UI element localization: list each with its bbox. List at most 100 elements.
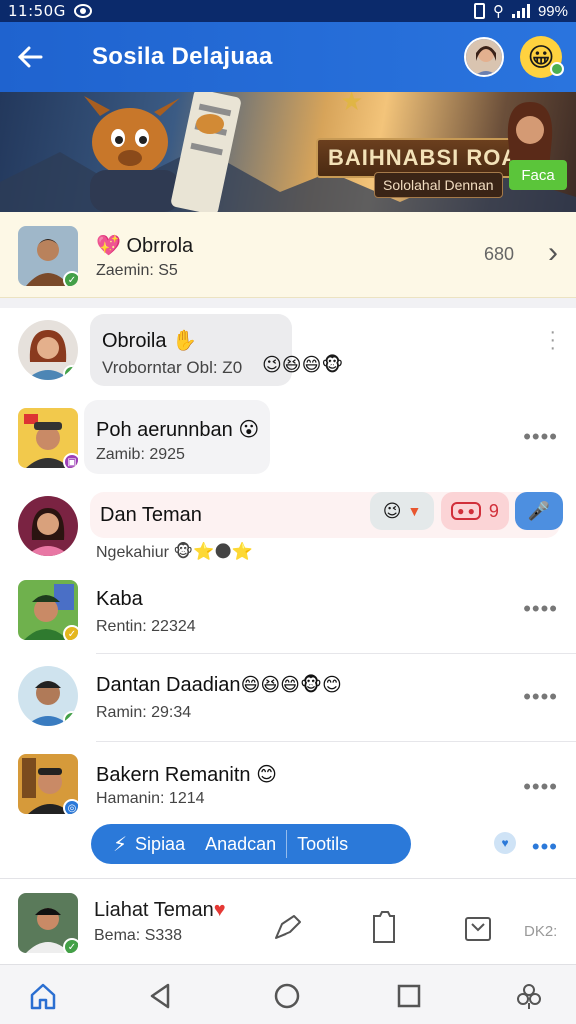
pinned-subtitle: Zaemin: S5	[96, 262, 178, 279]
wink-emoji-icon: 😉	[382, 500, 402, 521]
battery-percent: 99%	[537, 2, 568, 20]
chevron-right-icon[interactable]: ›	[548, 236, 558, 270]
action-label: Tootils	[297, 833, 349, 854]
clipboard-icon[interactable]	[368, 910, 400, 944]
gamepad-icon: ● ●	[451, 502, 481, 520]
pill-count: 9	[488, 500, 499, 521]
chat-name-wrap: Bakern Remanitn 😊	[96, 762, 277, 787]
more-options-icon[interactable]: ••••	[523, 424, 558, 450]
home-circle-icon[interactable]	[272, 981, 302, 1011]
avatar: ✓	[18, 320, 78, 380]
bottom-name: Liahat Teman	[94, 899, 214, 921]
chat-subtitle: Rentin: 22324	[96, 618, 196, 635]
heart-icon: 💖	[96, 235, 121, 257]
avatar: ✓	[18, 226, 78, 286]
navigation-bar	[0, 964, 576, 1024]
app-bar: Sosila Delajuaa 😀	[0, 22, 576, 92]
list-item[interactable]: ▣ Poh aerunnban 😮 Zamib: 2925 ••••	[0, 398, 576, 480]
status-time: 11:50G	[8, 2, 66, 20]
action-tootils[interactable]: Tootils	[287, 824, 358, 864]
home-icon[interactable]	[28, 981, 58, 1011]
chat-name: Dantan Daadian	[96, 674, 241, 696]
action-anadcan[interactable]: Anadcan	[195, 824, 286, 864]
apps-icon[interactable]	[514, 981, 544, 1011]
recents-square-icon[interactable]	[394, 981, 424, 1011]
chat-name: Poh aerunnban	[96, 419, 233, 441]
chat-subtitle-wrap: Ngekahiur 🐵⭐🌑⭐	[96, 542, 253, 562]
bottom-subtitle: Bema: S338	[94, 927, 183, 944]
chat-name: Obroila	[102, 330, 167, 352]
inbox-icon[interactable]	[462, 910, 494, 944]
list-item[interactable]: ✓ Obroila ✋ Vroborntar Obl: Z0 😉😆😄🐵 · · ·	[0, 308, 576, 398]
heart-badge-icon[interactable]: ♥	[494, 832, 516, 854]
avatar: ◎	[18, 754, 78, 814]
slash-icon: ⚡	[113, 833, 128, 856]
action-label: Anadcan	[205, 833, 277, 854]
back-triangle-icon[interactable]	[146, 981, 176, 1011]
eye-icon	[73, 4, 92, 18]
pinned-count: 680	[483, 244, 514, 264]
avatar: ✓	[18, 666, 78, 726]
more-options-icon[interactable]: ••••	[523, 774, 558, 800]
location-icon: ⚲	[492, 3, 504, 20]
emoji-icon: 😊	[256, 764, 277, 786]
chat-name-wrap: Poh aerunnban 😮	[96, 417, 259, 442]
more-options-icon[interactable]: ••••	[523, 684, 558, 710]
avatar: ✓	[18, 580, 78, 640]
online-badge-icon: ✓	[63, 938, 78, 953]
back-arrow-icon	[17, 46, 43, 68]
avatar: ✓	[18, 893, 78, 953]
emoji-icon: 😮	[238, 419, 260, 441]
bottom-name-wrap: Liahat Teman♥	[94, 899, 226, 922]
list-item[interactable]: ✓ Dantan Daadian😄😆😄🐵😊 Ramin: 29:34 ••••	[0, 654, 576, 742]
bottom-code: DK2:	[524, 923, 558, 940]
emoji-status-icon[interactable]: 😀	[520, 36, 564, 78]
app-badge-icon: ▣	[63, 453, 78, 468]
mascot-character	[84, 92, 241, 212]
share-icon[interactable]	[272, 910, 304, 944]
action-label: Sipiaa	[135, 833, 186, 854]
chat-subtitle: Hamanin: 1214	[96, 790, 205, 807]
banner-button[interactable]: Faca	[509, 160, 567, 190]
vertical-more-icon[interactable]: · · ·	[549, 322, 556, 358]
list-item[interactable]: Dan Teman 😉 ▼ ● ● 9 🎤 Ngekahiur 🐵⭐🌑⭐	[0, 480, 576, 566]
chat-name: Kaba	[96, 588, 143, 610]
pinned-name: Obrrola	[126, 235, 194, 257]
battery-outline-icon	[473, 3, 485, 19]
avatar: ▣	[18, 408, 78, 468]
banner-subtitle: Sololahal Dennan	[374, 172, 503, 198]
pinned-name-wrap: 💖 Obrrola	[96, 233, 193, 258]
online-badge-icon: ✓	[63, 271, 78, 286]
list-item[interactable]: ✓ Kaba Rentin: 22324 ••••	[0, 566, 576, 654]
heart-icon: ♥	[213, 899, 226, 921]
microphone-icon: 🎤	[527, 500, 551, 521]
emoji-reactions: 😉😆😄🐵	[262, 355, 344, 376]
pinned-chat-row[interactable]: ✓ 💖 Obrrola Zaemin: S5 680 ›	[0, 212, 576, 298]
chat-name: Bakern Remanitn	[96, 764, 251, 786]
mic-button[interactable]: 🎤	[515, 492, 563, 530]
back-button[interactable]	[0, 22, 60, 92]
more-options-icon[interactable]: •••	[532, 834, 558, 860]
status-badge-icon: ✓	[63, 625, 78, 640]
pin-icon: ✋	[172, 330, 197, 352]
page-title: Sosila Delajuaa	[92, 43, 273, 70]
more-options-icon[interactable]: ••••	[523, 596, 558, 622]
chat-subtitle: Zamib: 2925	[96, 446, 185, 463]
chat-subtitle: Vroborntar Obl: Z0	[102, 358, 243, 377]
star-icon: ★	[340, 92, 364, 116]
section-gap	[0, 298, 576, 308]
emoji-reactions: 🐵⭐🌑⭐	[173, 542, 254, 561]
status-bar: 11:50G ⚲ 99%	[0, 0, 576, 22]
action-sipiaa[interactable]: ⚡ Sipiaa	[91, 824, 195, 864]
profile-avatar[interactable]	[464, 37, 504, 77]
arrow-down-icon: ▼	[407, 503, 422, 519]
signal-icon	[511, 4, 530, 18]
chat-name-wrap: Obroila ✋	[102, 328, 197, 353]
online-badge-icon: ✓	[63, 711, 78, 726]
chat-subtitle: Ngekahiur	[96, 544, 169, 561]
emoji-reactions: 😄😆😄🐵😊	[240, 675, 342, 696]
reaction-pill[interactable]: 😉 ▼	[370, 492, 434, 530]
avatar	[18, 496, 78, 556]
promo-banner[interactable]: ★ BAIHNABSI ROA Sololahal Dennan Faca	[0, 92, 576, 212]
game-pill[interactable]: ● ● 9	[441, 492, 509, 530]
